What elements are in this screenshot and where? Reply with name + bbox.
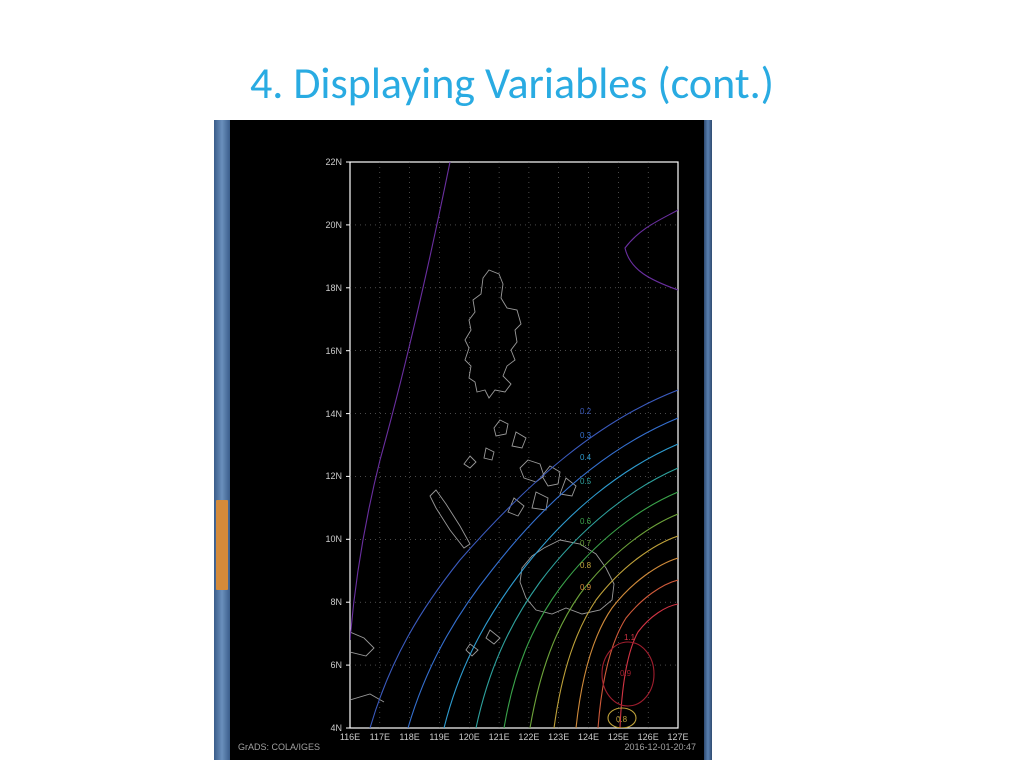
svg-text:119E: 119E xyxy=(429,732,449,742)
svg-text:0.9: 0.9 xyxy=(580,583,592,592)
grid-horizontal xyxy=(350,225,678,665)
svg-text:0.3: 0.3 xyxy=(580,431,592,440)
window-right-border xyxy=(704,120,712,760)
plot-frame xyxy=(350,162,678,728)
contour-0.1b xyxy=(625,210,678,290)
contour-0.8 xyxy=(554,536,678,728)
window-left-border xyxy=(214,120,230,760)
svg-text:122E: 122E xyxy=(518,732,539,742)
svg-text:12N: 12N xyxy=(325,471,342,481)
svg-text:118E: 118E xyxy=(399,732,419,742)
contour-0.1a xyxy=(350,162,450,640)
contours xyxy=(350,162,678,728)
svg-text:125E: 125E xyxy=(608,732,629,742)
svg-text:116E: 116E xyxy=(340,732,360,742)
contour-labels: 0.2 0.3 0.4 0.5 0.6 0.7 0.8 0.9 1.1 0.9 … xyxy=(580,407,636,724)
plot-timestamp: 2016-12-01-20:47 xyxy=(624,742,696,752)
svg-text:22N: 22N xyxy=(325,157,342,167)
svg-text:8N: 8N xyxy=(330,597,342,607)
svg-text:0.7: 0.7 xyxy=(580,539,592,548)
plot-area: 22N 20N 18N 16N 14N 12N 10N 8N 6N 4N 116… xyxy=(230,120,704,760)
svg-text:123E: 123E xyxy=(548,732,569,742)
software-credit: GrADS: COLA/IGES xyxy=(238,742,320,752)
x-axis-labels: 116E 117E 118E 119E 120E 121E 122E 123E … xyxy=(340,732,689,742)
svg-text:0.8: 0.8 xyxy=(616,715,628,724)
svg-text:10N: 10N xyxy=(325,534,342,544)
svg-text:1.1: 1.1 xyxy=(624,633,636,642)
svg-text:18N: 18N xyxy=(325,283,342,293)
svg-text:0.5: 0.5 xyxy=(580,477,592,486)
coastline xyxy=(350,270,614,702)
svg-text:124E: 124E xyxy=(578,732,599,742)
slide-title: 4. Displaying Variables (cont.) xyxy=(0,56,1024,110)
contour-0.9 xyxy=(576,558,678,728)
svg-text:6N: 6N xyxy=(330,660,342,670)
svg-text:120E: 120E xyxy=(459,732,480,742)
scroll-indicator xyxy=(216,500,228,590)
svg-text:0.4: 0.4 xyxy=(580,453,592,462)
svg-text:16N: 16N xyxy=(325,346,342,356)
tick-marks xyxy=(346,162,350,728)
svg-text:0.8: 0.8 xyxy=(580,561,592,570)
svg-text:117E: 117E xyxy=(370,732,390,742)
grid-vertical xyxy=(380,162,648,728)
slide: 4. Displaying Variables (cont.) xyxy=(0,0,1024,768)
svg-text:0.6: 0.6 xyxy=(580,517,592,526)
svg-text:0.2: 0.2 xyxy=(580,407,592,416)
svg-text:127E: 127E xyxy=(667,732,688,742)
contour-plot: 22N 20N 18N 16N 14N 12N 10N 8N 6N 4N 116… xyxy=(230,120,704,760)
svg-text:126E: 126E xyxy=(638,732,659,742)
svg-text:0.9: 0.9 xyxy=(620,669,632,678)
grads-window: 22N 20N 18N 16N 14N 12N 10N 8N 6N 4N 116… xyxy=(214,120,712,760)
y-axis-labels: 22N 20N 18N 16N 14N 12N 10N 8N 6N 4N xyxy=(325,157,342,733)
svg-text:20N: 20N xyxy=(325,220,342,230)
svg-text:121E: 121E xyxy=(489,732,510,742)
svg-text:14N: 14N xyxy=(325,409,342,419)
